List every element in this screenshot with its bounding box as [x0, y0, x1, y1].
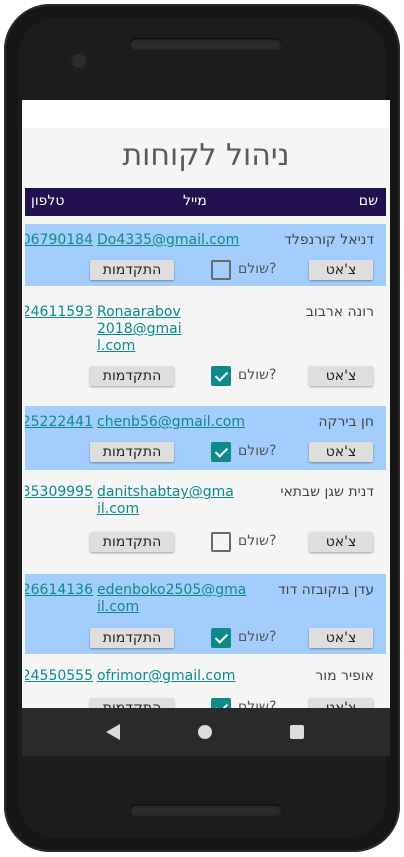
chat-button[interactable]: צ'אט	[309, 698, 373, 708]
column-header-mail: מייל	[183, 193, 207, 209]
paid-label: שולם?	[238, 533, 277, 549]
progress-button[interactable]: התקדמות	[90, 628, 174, 648]
customer-row: 06790184 Do4335@gmail.com דניאל קורנפלד …	[25, 224, 386, 286]
email-link[interactable]: Do4335@gmail.com	[97, 232, 247, 249]
email-link[interactable]: edenboko2505@gmail.com	[97, 582, 247, 616]
back-icon[interactable]	[106, 724, 120, 740]
paid-label: שולם?	[238, 699, 277, 708]
email-link[interactable]: chenb56@gmail.com	[97, 414, 247, 431]
phone-link[interactable]: 26614136	[25, 582, 93, 598]
chat-button[interactable]: צ'אט	[309, 628, 373, 648]
progress-button[interactable]: התקדמות	[90, 532, 174, 552]
email-link[interactable]: ofrimor@gmail.com	[97, 668, 247, 685]
paid-checkbox[interactable]	[211, 698, 231, 708]
paid-checkbox[interactable]	[211, 532, 231, 552]
progress-button[interactable]: התקדמות	[90, 366, 174, 386]
customer-name: חן בירקה	[318, 414, 374, 430]
column-header-phone: טלפון	[31, 193, 65, 209]
phone-link[interactable]: 24550555	[25, 668, 93, 684]
earpiece-speaker	[130, 38, 282, 50]
phone-link[interactable]: 06790184	[25, 232, 93, 248]
customer-row: 24611593 Ronaarabov2018@gmail.com רונה א…	[25, 286, 386, 406]
paid-label: שולם?	[238, 367, 277, 383]
bottom-speaker	[130, 804, 282, 816]
email-link[interactable]: Ronaarabov2018@gmail.com	[97, 304, 183, 355]
phone-link[interactable]: 25222441	[25, 414, 93, 430]
customer-name: רונה ארבוב	[305, 304, 374, 320]
customer-list: 06790184 Do4335@gmail.com דניאל קורנפלד …	[25, 224, 386, 708]
paid-checkbox[interactable]	[211, 442, 231, 462]
home-icon[interactable]	[198, 725, 212, 739]
customer-name: עדן בוקובזה דוד	[278, 582, 374, 598]
paid-checkbox[interactable]	[211, 628, 231, 648]
customer-row: 25222441 chenb56@gmail.com חן בירקה התקד…	[25, 406, 386, 470]
customer-name: דנית שגן שבתאי	[280, 484, 374, 500]
progress-button[interactable]: התקדמות	[90, 698, 174, 708]
app-screen: ניהול לקוחות שם מייל טלפון 06790184 Do43…	[22, 100, 390, 708]
progress-button[interactable]: התקדמות	[90, 260, 174, 280]
chat-button[interactable]: צ'אט	[309, 442, 373, 462]
email-link[interactable]: danitshabtay@gmail.com	[97, 484, 235, 518]
front-camera	[68, 50, 90, 72]
paid-label: שולם?	[238, 261, 277, 277]
table-header: שם מייל טלפון	[25, 188, 386, 216]
page-title: ניהול לקוחות	[122, 138, 290, 173]
status-bar	[22, 100, 390, 128]
chat-button[interactable]: צ'אט	[309, 532, 373, 552]
system-nav-bar	[22, 708, 390, 756]
customer-row: 26614136 edenboko2505@gmail.com עדן בוקו…	[25, 574, 386, 654]
paid-checkbox[interactable]	[211, 260, 231, 280]
chat-button[interactable]: צ'אט	[309, 260, 373, 280]
recent-apps-icon[interactable]	[290, 725, 304, 739]
paid-label: שולם?	[238, 629, 277, 645]
phone-link[interactable]: 35309995	[25, 484, 93, 500]
customer-row: 24550555 ofrimor@gmail.com אופיר מור התק…	[25, 654, 386, 708]
customer-row: 35309995 danitshabtay@gmail.com דנית שגן…	[25, 470, 386, 574]
paid-label: שולם?	[238, 443, 277, 459]
customer-name: אופיר מור	[315, 668, 374, 684]
chat-button[interactable]: צ'אט	[309, 366, 373, 386]
column-header-name: שם	[358, 193, 378, 209]
phone-link[interactable]: 24611593	[25, 304, 93, 320]
paid-checkbox[interactable]	[211, 366, 231, 386]
customer-name: דניאל קורנפלד	[284, 232, 374, 248]
progress-button[interactable]: התקדמות	[90, 442, 174, 462]
